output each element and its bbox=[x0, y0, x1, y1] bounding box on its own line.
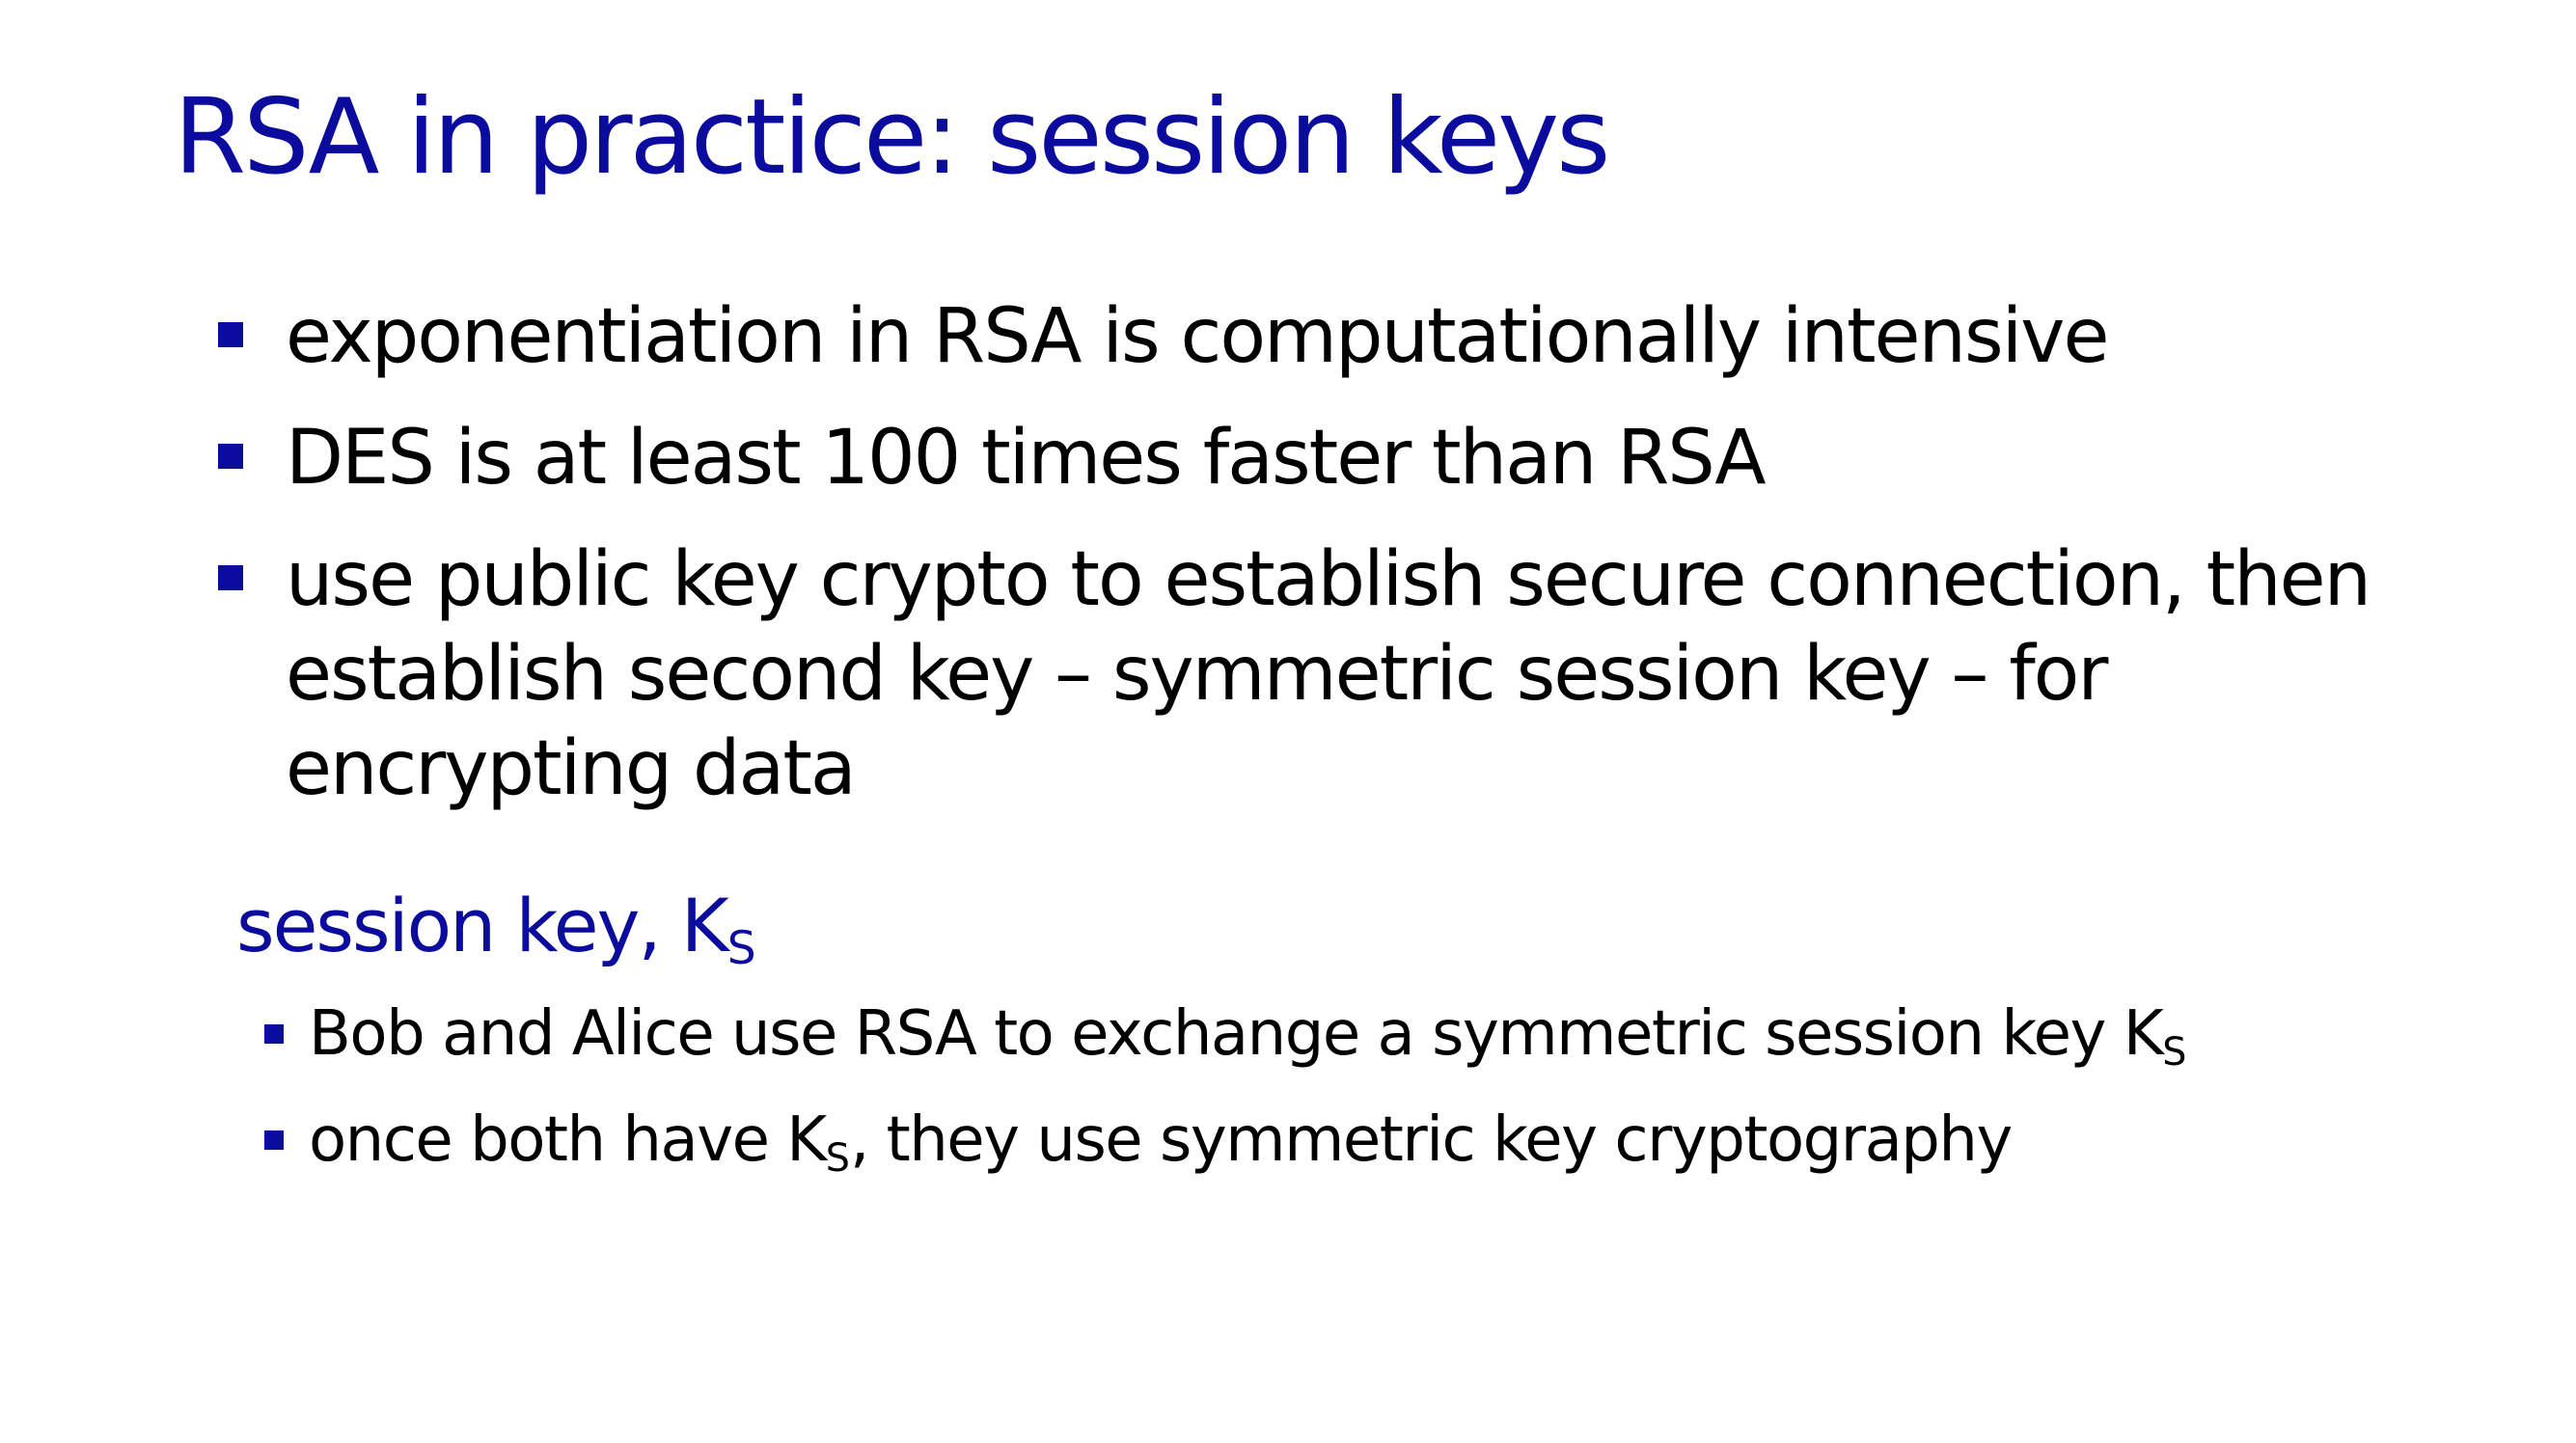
sub-bullet-text-after: , they use symmetric key cryptography bbox=[849, 1104, 2013, 1176]
sub-bullet-subscript: S bbox=[825, 1136, 850, 1182]
bullet-text: use public key crypto to establish secur… bbox=[286, 536, 2371, 812]
square-bullet-icon bbox=[218, 322, 243, 347]
sub-bullet-list: Bob and Alice use RSA to exchange a symm… bbox=[262, 994, 2481, 1206]
heading-subscript: S bbox=[726, 922, 756, 976]
heading-text: session key, K bbox=[236, 883, 729, 968]
sub-bullet-item: Bob and Alice use RSA to exchange a symm… bbox=[262, 994, 2481, 1075]
bullet-text: DES is at least 100 times faster than RS… bbox=[286, 415, 1767, 502]
bullet-item: exponentiation in RSA is computationally… bbox=[212, 289, 2451, 384]
slide: RSA in practice: session keys exponentia… bbox=[0, 0, 2576, 1443]
slide-title: RSA in practice: session keys bbox=[174, 77, 1610, 198]
bullet-text: exponentiation in RSA is computationally… bbox=[286, 293, 2109, 380]
square-bullet-icon bbox=[264, 1024, 284, 1044]
square-bullet-icon bbox=[264, 1130, 284, 1150]
bullet-item: use public key crypto to establish secur… bbox=[212, 532, 2451, 816]
session-key-heading: session key, KS bbox=[236, 880, 756, 972]
square-bullet-icon bbox=[218, 565, 243, 590]
main-bullet-list: exponentiation in RSA is computationally… bbox=[212, 289, 2451, 843]
square-bullet-icon bbox=[218, 444, 243, 469]
sub-bullet-text: Bob and Alice use RSA to exchange a symm… bbox=[309, 998, 2164, 1070]
sub-bullet-subscript: S bbox=[2162, 1030, 2187, 1075]
bullet-item: DES is at least 100 times faster than RS… bbox=[212, 411, 2451, 505]
sub-bullet-item: once both have KS, they use symmetric ke… bbox=[262, 1100, 2481, 1181]
sub-bullet-text: once both have K bbox=[309, 1104, 827, 1176]
